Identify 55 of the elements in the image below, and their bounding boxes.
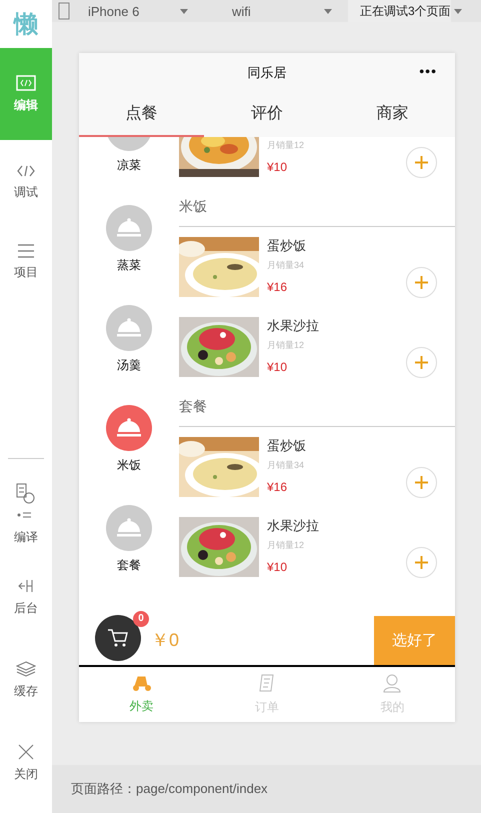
cart-total: ￥0	[151, 629, 180, 652]
add-icon[interactable]	[406, 147, 437, 178]
page-title: 同乐居	[248, 64, 286, 82]
person-icon	[382, 673, 402, 693]
sidebar-item[interactable]: 调试	[0, 154, 52, 210]
debug-pages-select[interactable]: 正在调试3个页面	[348, 0, 451, 22]
monthly-sales: 月销量34	[267, 459, 306, 472]
section-title: 米饭	[179, 198, 207, 216]
monthly-sales: 月销量12	[267, 139, 306, 152]
phone-icon[interactable]	[58, 2, 70, 20]
dish-name: 水果沙拉	[267, 517, 320, 535]
category-item[interactable]: 凉菜	[79, 137, 179, 187]
add-icon[interactable]	[406, 267, 437, 298]
device-select[interactable]: iPhone 6	[88, 4, 180, 18]
category-item[interactable]: 蒸菜	[79, 187, 179, 287]
tab[interactable]: 评价	[204, 93, 330, 137]
page-path: 页面路径：page/component/index	[71, 780, 268, 798]
dish-price: ¥16	[267, 480, 288, 494]
caret-icon	[324, 8, 332, 14]
cart-count-badge: 0	[133, 611, 149, 627]
tab[interactable]: 商家	[330, 93, 455, 137]
layers-icon	[16, 660, 36, 676]
dish-price: ¥10	[267, 160, 288, 174]
category-item[interactable]: 套餐	[79, 487, 179, 587]
add-icon[interactable]	[406, 547, 437, 578]
caret-icon	[454, 8, 462, 14]
dish-name: 水果沙拉	[267, 317, 320, 335]
cart-icon	[107, 628, 129, 648]
dish-price: ¥10	[267, 560, 288, 574]
app-logo: 懒	[12, 10, 39, 40]
sidebar-item[interactable]: 后台	[0, 564, 52, 630]
dish-name: 蛋炒饭	[267, 237, 307, 255]
split-icon	[18, 578, 34, 594]
menu-icon	[17, 244, 35, 258]
dish-price: ¥10	[267, 360, 288, 374]
sidebar-item[interactable]: 关闭	[0, 730, 52, 796]
section-title: 套餐	[179, 398, 207, 416]
sidebar-item[interactable]: 编译	[0, 481, 52, 547]
monthly-sales: 月销量34	[267, 259, 306, 272]
add-icon[interactable]	[406, 347, 437, 378]
more-menu[interactable]: •••	[419, 63, 437, 79]
category-item[interactable]: 汤羹	[79, 287, 179, 387]
dish-price: ¥16	[267, 280, 288, 294]
caret-icon	[180, 8, 188, 14]
monthly-sales: 月销量12	[267, 539, 306, 552]
monthly-sales: 月销量12	[267, 339, 306, 352]
code-icon	[16, 74, 36, 90]
category-item[interactable]: 米饭	[79, 387, 179, 487]
add-icon[interactable]	[406, 467, 437, 498]
network-select[interactable]: wifi	[232, 4, 324, 18]
dish-name: 蛋炒饭	[267, 437, 307, 455]
sidebar-item[interactable]: 缓存	[0, 647, 52, 713]
code-icon	[16, 164, 36, 178]
close-icon	[18, 744, 34, 760]
sidebar-item[interactable]: 项目	[0, 234, 52, 290]
